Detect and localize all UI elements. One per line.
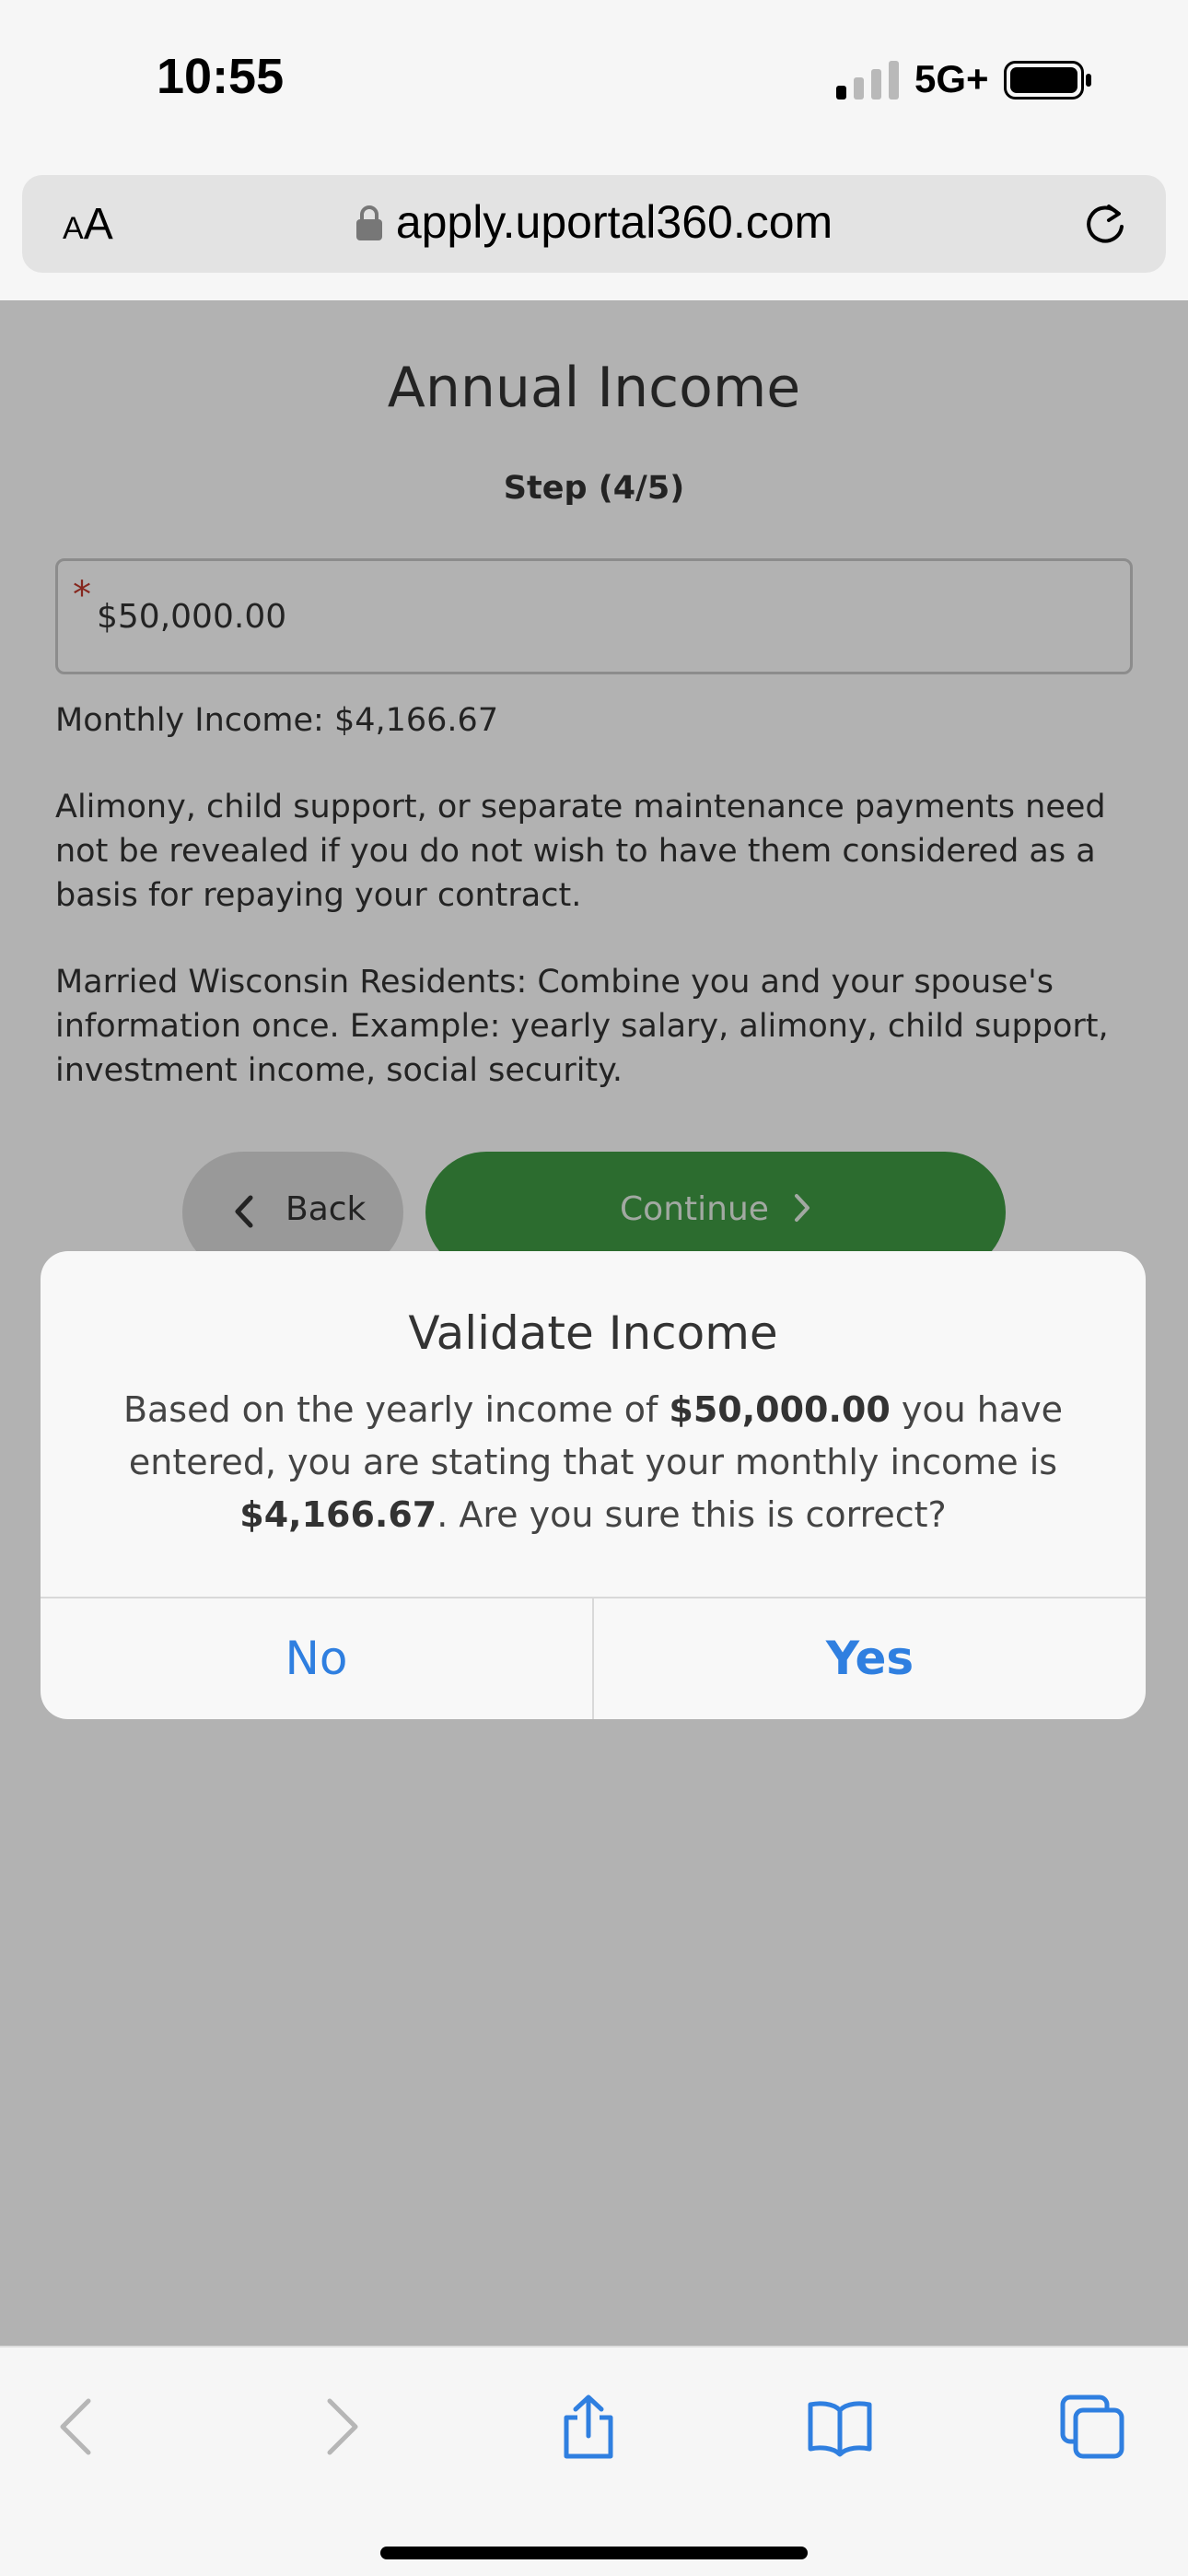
address-bar[interactable]: AA apply.uportal360.com [22,175,1166,273]
tabs-icon[interactable] [1059,2394,1125,2460]
dialog-yearly-income: $50,000.00 [669,1389,891,1430]
network-type: 5G+ [914,57,989,100]
status-time: 10:55 [157,49,285,104]
forward-icon[interactable] [306,2394,372,2460]
dialog-yes-button[interactable]: Yes [594,1598,1146,1719]
bookmarks-icon[interactable] [807,2394,873,2460]
dialog-monthly-income: $4,166.67 [239,1494,437,1535]
url-text: apply.uportal360.com [395,196,833,248]
home-indicator [380,2547,808,2559]
browser-toolbar [0,2346,1188,2576]
back-icon[interactable] [46,2394,112,2460]
battery-icon [1004,61,1091,100]
dialog-message: Based on the yearly income of $50,000.00… [77,1384,1109,1541]
dialog-title: Validate Income [408,1306,778,1360]
dialog-message-text: Based on the yearly income of [122,1389,670,1430]
url-display[interactable]: apply.uportal360.com [22,195,1166,249]
cellular-signal-icon [836,61,899,100]
status-bar: 10:55 5G+ [0,0,1188,166]
dialog-no-button[interactable]: No [41,1598,592,1719]
reload-icon[interactable] [1081,201,1129,249]
share-icon[interactable] [555,2394,622,2460]
lock-icon [355,205,382,240]
dialog-message-text: . Are you sure this is correct? [437,1494,947,1535]
validate-income-dialog: Validate Income Based on the yearly inco… [41,1251,1146,1719]
